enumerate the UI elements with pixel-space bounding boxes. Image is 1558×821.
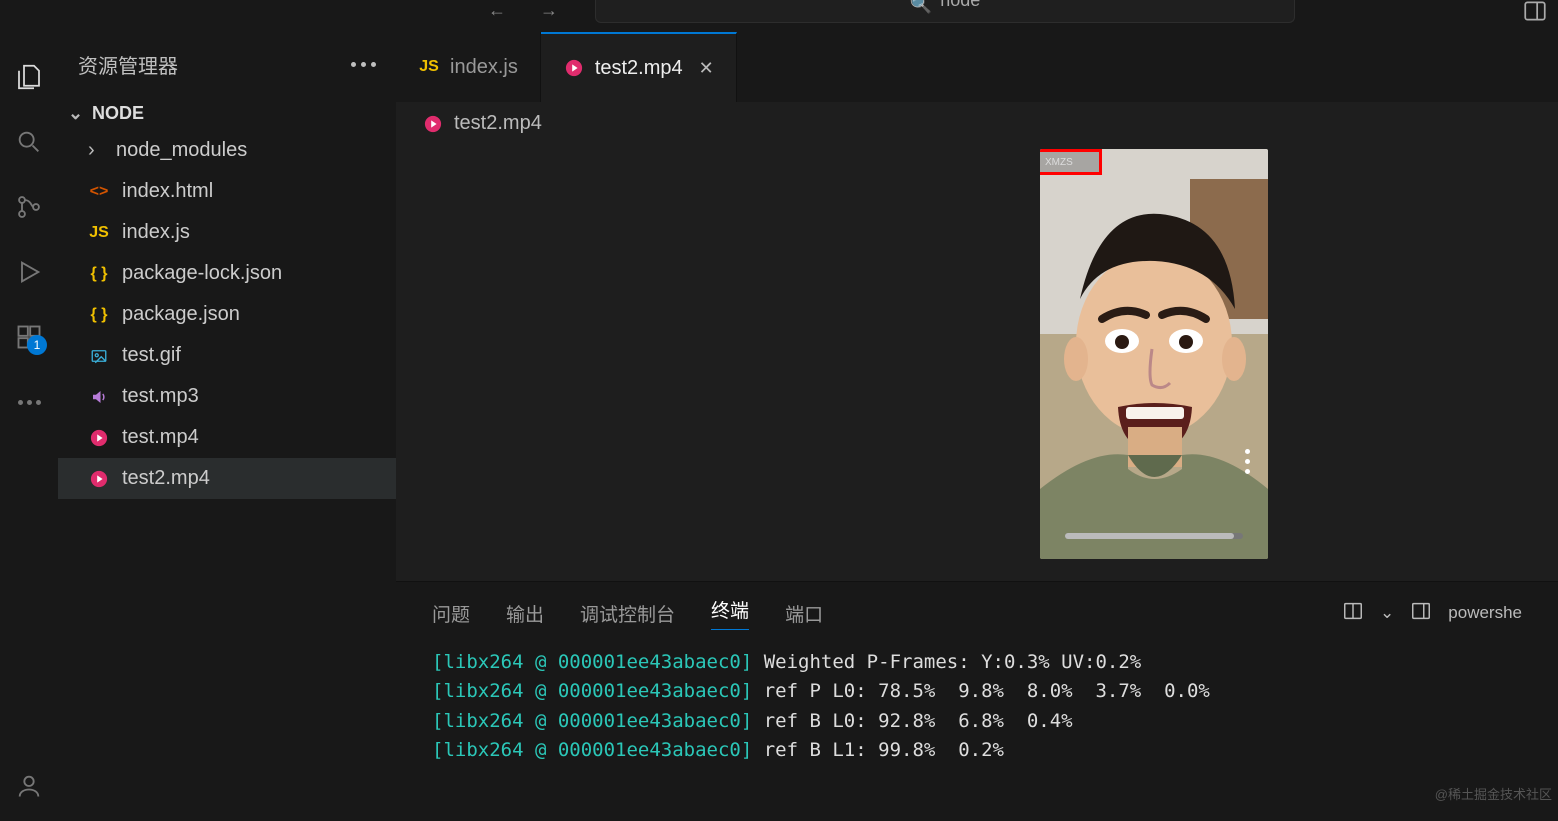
panel-tab[interactable]: 问题 xyxy=(432,600,470,627)
panel-layout-icon[interactable] xyxy=(1410,600,1432,627)
file-row[interactable]: { } package.json xyxy=(58,294,396,335)
run-debug-icon[interactable] xyxy=(14,257,44,287)
file-label: index.js xyxy=(122,221,190,244)
search-text: node xyxy=(940,0,980,11)
nav-arrows: ← → xyxy=(488,0,558,21)
video-more-icon[interactable] xyxy=(1245,449,1250,474)
panel-tab[interactable]: 端口 xyxy=(785,600,823,627)
breadcrumb[interactable]: test2.mp4 xyxy=(396,102,1558,145)
page-watermark: @稀土掘金技术社区 xyxy=(1435,784,1552,803)
file-label: package-lock.json xyxy=(122,262,282,285)
file-label: test.mp3 xyxy=(122,385,199,408)
terminal-output[interactable]: [libx264 @ 000001ee43abaec0] Weighted P-… xyxy=(396,638,1558,821)
folder-row[interactable]: › node_modules xyxy=(58,130,396,171)
video-frame[interactable]: XMZS xyxy=(1040,149,1268,559)
tab-label: index.js xyxy=(450,56,518,79)
extensions-badge: 1 xyxy=(27,335,47,355)
command-center[interactable]: 🔍 node xyxy=(595,0,1295,23)
nav-forward-icon[interactable]: → xyxy=(540,0,558,21)
close-icon[interactable]: ✕ xyxy=(699,58,714,79)
file-row[interactable]: <> index.html xyxy=(58,171,396,212)
explorer-title: 资源管理器 xyxy=(78,50,178,79)
js-icon: JS xyxy=(418,56,440,78)
image-icon xyxy=(88,345,110,367)
search-icon: 🔍 xyxy=(910,0,932,15)
file-label: test.mp4 xyxy=(122,426,199,449)
audio-icon xyxy=(88,386,110,408)
editor-area: JS index.js test2.mp4 ✕ test2.mp4 xyxy=(396,32,1558,821)
play-icon xyxy=(422,113,444,135)
play-icon xyxy=(88,427,110,449)
file-row[interactable]: test.mp4 xyxy=(58,417,396,458)
video-thumbnail xyxy=(1040,149,1268,559)
explorer-icon[interactable] xyxy=(14,62,44,92)
activity-bar: 1 xyxy=(0,32,58,821)
file-row[interactable]: test.mp3 xyxy=(58,376,396,417)
file-row[interactable]: test2.mp4 xyxy=(58,458,396,499)
file-row[interactable]: JS index.js xyxy=(58,212,396,253)
editor-tabs: JS index.js test2.mp4 ✕ xyxy=(396,32,1558,102)
file-label: index.html xyxy=(122,180,213,203)
breadcrumb-label: test2.mp4 xyxy=(454,112,542,135)
nav-back-icon[interactable]: ← xyxy=(488,0,506,21)
file-row[interactable]: test.gif xyxy=(58,335,396,376)
json-icon: { } xyxy=(88,263,110,285)
panel-tab[interactable]: 输出 xyxy=(506,600,544,627)
video-seek-bar[interactable] xyxy=(1065,533,1243,539)
editor-tab[interactable]: test2.mp4 ✕ xyxy=(541,32,737,102)
file-label: package.json xyxy=(122,303,240,326)
editor-tab[interactable]: JS index.js xyxy=(396,32,541,102)
file-row[interactable]: { } package-lock.json xyxy=(58,253,396,294)
video-preview-area: XMZS xyxy=(396,145,1558,581)
chevron-down-icon[interactable]: ⌄ xyxy=(1380,603,1394,623)
file-label: test2.mp4 xyxy=(122,467,210,490)
panel-tab[interactable]: 终端 xyxy=(711,596,749,630)
shell-name[interactable]: powershe xyxy=(1448,603,1522,623)
panel-tools: ⌄ powershe xyxy=(1342,600,1522,627)
split-terminal-icon[interactable] xyxy=(1342,600,1364,627)
explorer-more-icon[interactable] xyxy=(351,62,376,67)
panel-tabs: 问题 输出 调试控制台 终端 端口 ⌄ powershe xyxy=(396,582,1558,638)
chevron-down-icon: ⌄ xyxy=(68,103,84,124)
account-icon[interactable] xyxy=(14,771,44,801)
title-bar: ← → 🔍 node xyxy=(0,0,1558,32)
panel-tab[interactable]: 调试控制台 xyxy=(580,600,675,627)
tab-label: test2.mp4 xyxy=(595,57,683,80)
more-activity-icon[interactable] xyxy=(14,387,44,417)
root-folder[interactable]: ⌄ NODE xyxy=(58,97,396,130)
explorer-sidebar: 资源管理器 ⌄ NODE › node_modules <> index.html JS… xyxy=(58,32,396,821)
play-icon xyxy=(88,468,110,490)
search-activity-icon[interactable] xyxy=(14,127,44,157)
file-label: test.gif xyxy=(122,344,181,367)
source-control-icon[interactable] xyxy=(14,192,44,222)
file-tree: › node_modules <> index.html JS index.js { } pa… xyxy=(58,130,396,499)
json-icon: { } xyxy=(88,304,110,326)
extensions-icon[interactable]: 1 xyxy=(14,322,44,352)
layout-control-icon[interactable] xyxy=(1522,0,1548,27)
chevron-right-icon: › xyxy=(88,139,104,162)
root-folder-label: NODE xyxy=(92,103,144,124)
bottom-panel: 问题 输出 调试控制台 终端 端口 ⌄ powershe [libx264 @ 0000… xyxy=(396,581,1558,821)
explorer-header: 资源管理器 xyxy=(58,32,396,97)
video-progress xyxy=(1065,533,1234,539)
html-icon: <> xyxy=(88,181,110,203)
file-label: node_modules xyxy=(116,139,247,162)
play-icon xyxy=(563,57,585,79)
js-icon: JS xyxy=(88,222,110,244)
video-watermark: XMZS xyxy=(1040,149,1102,175)
